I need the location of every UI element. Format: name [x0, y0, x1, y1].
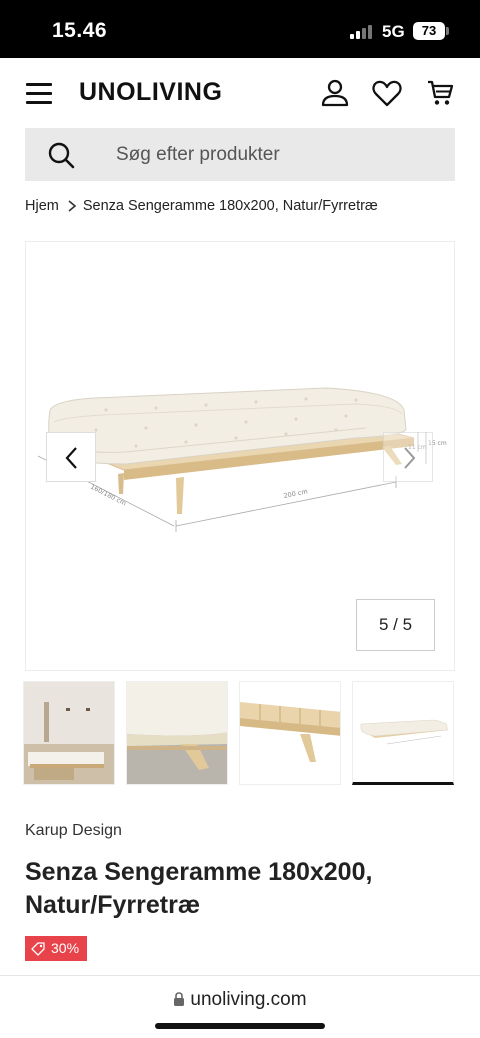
- thumbnail-frame-only[interactable]: [239, 681, 341, 785]
- status-bar: 15.46 5G 73: [0, 0, 480, 58]
- product-brand[interactable]: Karup Design: [25, 822, 122, 840]
- battery-icon: 73: [413, 22, 445, 40]
- signal-icon: [350, 24, 374, 39]
- url-text: unoliving.com: [190, 989, 307, 1010]
- discount-badge: 30%: [25, 936, 88, 961]
- product-title: Senza Sengeramme 180x200, Natur/Fyrretræ: [25, 858, 373, 919]
- search-placeholder: Søg efter produkter: [116, 144, 280, 165]
- home-indicator[interactable]: [155, 1023, 325, 1029]
- cart-icon[interactable]: [426, 78, 456, 108]
- search-icon: [48, 142, 75, 169]
- url-bar[interactable]: unoliving.com: [0, 989, 480, 1011]
- lock-icon: [174, 992, 185, 1006]
- browser-bar: unoliving.com: [0, 975, 480, 1038]
- gallery-next-button[interactable]: [383, 432, 433, 482]
- breadcrumb-current: Senza Sengeramme 180x200, Natur/Fyrretræ: [82, 198, 378, 214]
- menu-icon[interactable]: [26, 83, 52, 104]
- network-label: 5G: [382, 22, 405, 41]
- heart-icon[interactable]: [372, 78, 402, 108]
- site-header: UNOLIVING: [0, 58, 480, 128]
- dimension-length-label: 200 cm: [283, 487, 308, 500]
- battery-tip: [446, 27, 449, 35]
- brand-logo[interactable]: UNOLIVING: [79, 78, 222, 107]
- tag-icon: [31, 941, 45, 956]
- user-icon[interactable]: [320, 78, 350, 108]
- product-gallery: 200 cm 160/180 cm 15 cm 11 cm 5 / 5: [25, 241, 455, 671]
- search-input[interactable]: Søg efter produkter: [25, 128, 455, 181]
- chevron-right-icon: [68, 200, 77, 212]
- breadcrumb-home[interactable]: Hjem: [25, 198, 59, 214]
- chevron-left-icon: [65, 447, 77, 469]
- gallery-counter: 5 / 5: [356, 599, 435, 651]
- breadcrumb: Hjem Senza Sengeramme 180x200, Natur/Fyr…: [25, 198, 378, 214]
- gallery-prev-button[interactable]: [46, 432, 96, 482]
- gallery-thumbnails: [23, 681, 455, 787]
- status-time: 15.46: [52, 19, 108, 42]
- chevron-right-icon: [404, 447, 416, 469]
- thumbnail-bed-dimensions[interactable]: [352, 681, 454, 785]
- thumbnail-room-scene[interactable]: [23, 681, 115, 785]
- thumbnail-mattress-closeup[interactable]: [126, 681, 228, 785]
- discount-value: 30%: [51, 940, 80, 956]
